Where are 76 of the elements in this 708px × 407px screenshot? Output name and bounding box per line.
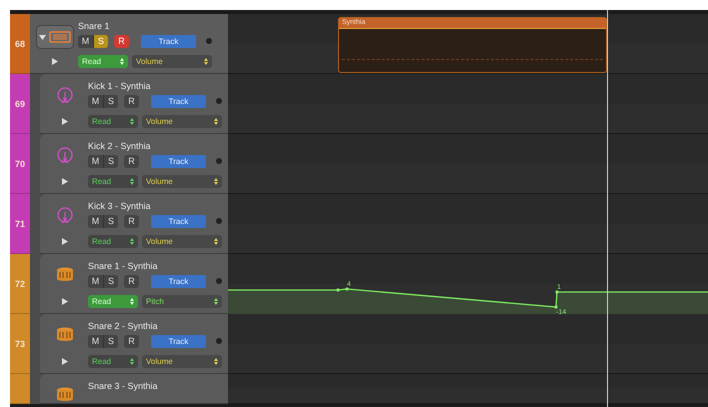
- track-number: 70: [10, 134, 30, 194]
- stepper-icon: [130, 178, 134, 185]
- track-button[interactable]: Track: [151, 94, 206, 108]
- track-name: Snare 1 - Synthia: [88, 261, 159, 272]
- stepper-icon: [214, 358, 218, 365]
- solo-button[interactable]: S: [103, 154, 118, 168]
- stepper-icon: [204, 58, 208, 65]
- automation-mode-select[interactable]: Read: [88, 115, 138, 128]
- track-name: Kick 3 - Synthia: [88, 201, 152, 212]
- stepper-icon: [214, 178, 218, 185]
- track-button[interactable]: Track: [151, 214, 206, 228]
- track-name: Snare 3 - Synthia: [88, 381, 159, 392]
- solo-button[interactable]: S: [103, 94, 118, 108]
- status-dot: [206, 38, 212, 44]
- track-number: 68: [10, 14, 30, 74]
- track-button[interactable]: Track: [141, 34, 196, 48]
- status-dot: [216, 158, 222, 164]
- track-button[interactable]: Track: [151, 334, 206, 348]
- play-icon: [52, 58, 58, 65]
- track-name: Snare 2 - Synthia: [88, 321, 159, 332]
- track-number: 71: [10, 194, 30, 254]
- disclosure-triangle-icon: [39, 34, 46, 40]
- folder-button[interactable]: [36, 25, 74, 49]
- stepper-icon: [130, 298, 134, 305]
- record-enable-button[interactable]: R: [124, 154, 139, 168]
- stepper-icon: [130, 238, 134, 245]
- parameter-select[interactable]: Pitch: [142, 295, 222, 308]
- track-button[interactable]: Track: [151, 274, 206, 288]
- parameter-select[interactable]: Volume: [142, 235, 222, 248]
- parameter-select[interactable]: Volume: [142, 115, 222, 128]
- track-name: Snare 1: [78, 21, 111, 32]
- stepper-icon: [130, 118, 134, 125]
- play-icon: [62, 358, 68, 365]
- track-name: Kick 2 - Synthia: [88, 141, 152, 152]
- automation-mode-select[interactable]: Read: [88, 175, 138, 188]
- stepper-icon: [214, 238, 218, 245]
- parameter-select[interactable]: Volume: [142, 355, 222, 368]
- track-number: 73: [10, 314, 30, 374]
- snare-drum-icon: [55, 326, 75, 342]
- track-number: 69: [10, 74, 30, 134]
- stepper-icon: [214, 298, 218, 305]
- stepper-icon: [120, 58, 124, 65]
- play-icon: [62, 298, 68, 305]
- snare-drum-icon: [55, 386, 75, 402]
- automation-mode-select[interactable]: Read: [88, 235, 138, 248]
- status-dot: [216, 98, 222, 104]
- play-icon: [62, 178, 68, 185]
- kick-drum-icon: [55, 206, 75, 226]
- kick-drum-icon: [55, 86, 75, 106]
- track-button[interactable]: Track: [151, 154, 206, 168]
- automation-mode-select[interactable]: Read: [88, 355, 138, 368]
- record-enable-button[interactable]: R: [124, 334, 139, 348]
- play-icon: [62, 238, 68, 245]
- status-dot: [216, 278, 222, 284]
- drum-panel-icon: [49, 30, 71, 44]
- track-number: 72: [10, 254, 30, 314]
- automation-curve[interactable]: [228, 287, 708, 309]
- solo-button[interactable]: S: [103, 214, 118, 228]
- solo-button[interactable]: S: [103, 334, 118, 348]
- play-icon: [62, 118, 68, 125]
- status-dot: [216, 338, 222, 344]
- stepper-icon: [130, 358, 134, 365]
- stepper-icon: [214, 118, 218, 125]
- parameter-select[interactable]: Volume: [142, 175, 222, 188]
- record-enable-button[interactable]: R: [114, 34, 129, 48]
- automation-mode-select[interactable]: Read: [78, 55, 128, 68]
- snare-drum-icon: [55, 266, 75, 282]
- record-enable-button[interactable]: R: [124, 274, 139, 288]
- automation-mode-select[interactable]: Read: [88, 295, 138, 308]
- status-dot: [216, 218, 222, 224]
- track-name: Kick 1 - Synthia: [88, 81, 152, 92]
- record-enable-button[interactable]: R: [124, 94, 139, 108]
- record-enable-button[interactable]: R: [124, 214, 139, 228]
- solo-button[interactable]: S: [103, 274, 118, 288]
- kick-drum-icon: [55, 146, 75, 166]
- parameter-select[interactable]: Volume: [132, 55, 212, 68]
